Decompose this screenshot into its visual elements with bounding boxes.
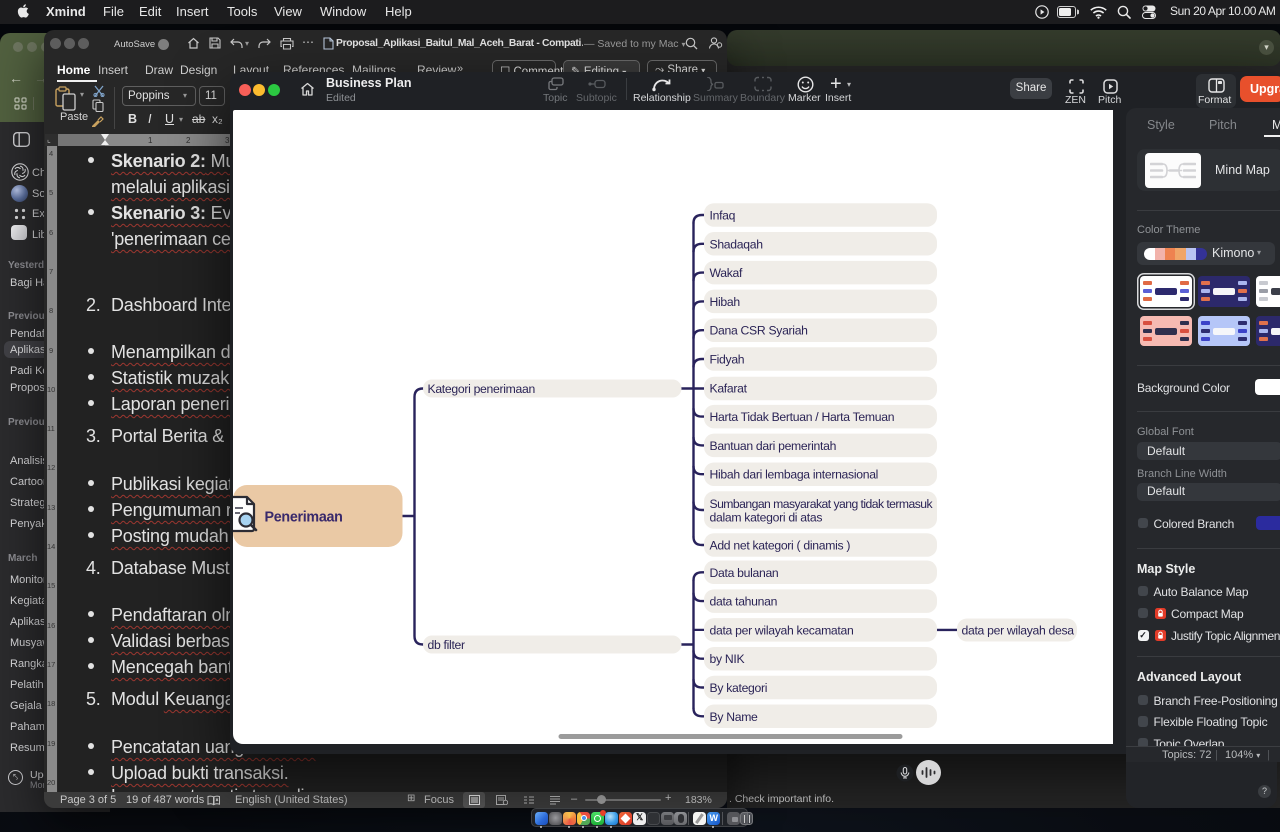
svg-text:Dana CSR Syariah: Dana CSR Syariah (710, 324, 808, 338)
svg-text:data per wilayah desa: data per wilayah desa (962, 624, 1075, 638)
svg-text:dalam kategori di atas: dalam kategori di atas (710, 511, 823, 525)
svg-text:Hibah dari lembaga internasion: Hibah dari lembaga internasional (710, 468, 879, 482)
svg-text:Infaq: Infaq (710, 209, 736, 223)
svg-text:Sumbangan masyarakat yang tida: Sumbangan masyarakat yang tidak termasuk (710, 497, 934, 511)
svg-text:Kategori penerimaan: Kategori penerimaan (428, 382, 535, 396)
svg-text:db filter: db filter (428, 638, 466, 652)
svg-text:Kafarat: Kafarat (710, 381, 748, 395)
svg-text:By kategori: By kategori (710, 681, 768, 695)
svg-text:Bantuan dari pemerintah: Bantuan dari pemerintah (710, 439, 837, 453)
svg-text:Harta Tidak Bertuan / Harta Te: Harta Tidak Bertuan / Harta Temuan (710, 410, 895, 424)
svg-text:Hibah: Hibah (710, 295, 740, 309)
svg-text:By Name: By Name (710, 710, 759, 724)
svg-text:Fidyah: Fidyah (710, 353, 745, 367)
svg-text:Wakaf: Wakaf (710, 266, 744, 280)
svg-text:data tahunan: data tahunan (710, 595, 778, 609)
svg-text:by NIK: by NIK (710, 652, 745, 666)
svg-text:data per wilayah kecamatan: data per wilayah kecamatan (710, 623, 854, 637)
svg-text:Add net kategori ( dinamis ): Add net kategori ( dinamis ) (710, 539, 851, 553)
svg-text:Shadaqah: Shadaqah (710, 237, 763, 251)
svg-text:Penerimaan: Penerimaan (265, 510, 343, 526)
svg-text:Data bulanan: Data bulanan (710, 566, 779, 580)
